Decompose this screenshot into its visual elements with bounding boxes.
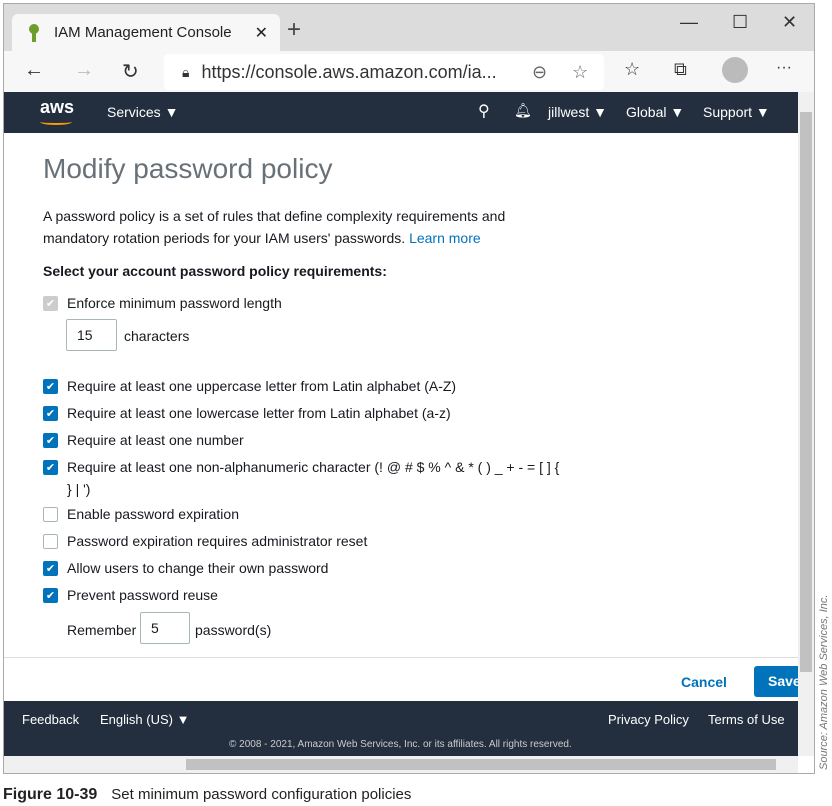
- language-select[interactable]: English (US) ▼: [100, 712, 189, 727]
- policy-option[interactable]: Password expiration requires administrat…: [43, 533, 367, 552]
- option-label: Enforce minimum password length: [67, 295, 282, 311]
- source-credit: Source: Amazon Web Services, Inc.: [818, 594, 830, 770]
- checkbox[interactable]: ✔: [43, 561, 58, 576]
- policy-option[interactable]: ✔ Require at least one number: [43, 432, 244, 451]
- cancel-button[interactable]: Cancel: [681, 674, 727, 690]
- privacy-link[interactable]: Privacy Policy: [608, 712, 689, 727]
- policy-option[interactable]: ✔ Prevent password reuse: [43, 587, 218, 606]
- search-icon[interactable]: ⚲: [478, 101, 490, 121]
- checkbox[interactable]: [43, 507, 58, 522]
- services-menu[interactable]: Services ▼: [107, 104, 178, 120]
- new-tab-icon[interactable]: +: [287, 16, 301, 44]
- description: A password policy is a set of rules that…: [43, 205, 523, 249]
- option-label: Require at least one number: [67, 432, 244, 448]
- collections-icon[interactable]: ⧉: [674, 59, 687, 80]
- browser-tab[interactable]: IAM Management Console ✕: [12, 14, 280, 51]
- browser-window: IAM Management Console ✕ + — ☐ ✕ ← → ↻ 🔒…: [3, 3, 815, 774]
- option-label: Require at least one non-alphanumeric ch…: [67, 459, 560, 497]
- zoom-out-icon[interactable]: ⊖: [532, 62, 547, 83]
- policy-option[interactable]: ✔ Require at least one lowercase letter f…: [43, 405, 451, 424]
- section-heading: Select your account password policy requ…: [43, 263, 387, 279]
- checkbox[interactable]: ✔: [43, 433, 58, 448]
- policy-option[interactable]: ✔ Require at least one non-alphanumeric c…: [43, 459, 563, 500]
- option-label: Password expiration requires administrat…: [67, 533, 368, 549]
- vertical-scrollbar[interactable]: [798, 92, 814, 756]
- checkbox[interactable]: ✔: [43, 406, 58, 421]
- option-label: Require at least one uppercase letter fr…: [67, 378, 457, 394]
- figure-number: Figure 10-39: [3, 786, 98, 803]
- option-label: Allow users to change their own password: [67, 560, 329, 576]
- aws-nav: aws Services ▼ ⚲ 🔔︎ jillwest ▼ Global ▼ …: [4, 92, 798, 133]
- checkbox[interactable]: ✔: [43, 588, 58, 603]
- option-label: Prevent password reuse: [67, 587, 218, 603]
- profile-avatar[interactable]: [722, 57, 748, 83]
- user-menu[interactable]: jillwest ▼: [548, 104, 607, 120]
- min-length-unit: characters: [124, 328, 190, 344]
- copyright: © 2008 - 2021, Amazon Web Services, Inc.…: [229, 739, 572, 750]
- key-icon: [29, 23, 39, 42]
- terms-link[interactable]: Terms of Use: [708, 712, 785, 727]
- bell-icon[interactable]: 🔔︎: [514, 102, 532, 119]
- minimize-icon[interactable]: —: [680, 12, 698, 33]
- refresh-icon[interactable]: ↻: [122, 59, 139, 84]
- policy-option[interactable]: ✔ Require at least one uppercase letter f…: [43, 378, 456, 397]
- option-label: Enable password expiration: [67, 506, 239, 522]
- checkbox[interactable]: [43, 534, 58, 549]
- tab-bar: IAM Management Console ✕ + — ☐ ✕: [4, 4, 814, 51]
- figure-caption: Figure 10-39 Set minimum password configu…: [3, 786, 411, 804]
- url-text: https://console.aws.amazon.com/ia...: [201, 61, 497, 82]
- scroll-thumb[interactable]: [186, 759, 776, 770]
- horizontal-scrollbar[interactable]: [4, 756, 798, 773]
- feedback-link[interactable]: Feedback: [22, 712, 79, 727]
- min-length-input[interactable]: 15: [66, 319, 117, 351]
- action-bar: Cancel Save: [4, 657, 814, 701]
- reuse-unit: password(s): [195, 622, 272, 638]
- policy-option[interactable]: ✔ Enforce minimum password length: [43, 295, 282, 314]
- footer: Feedback English (US) ▼ Privacy Policy T…: [4, 701, 798, 756]
- forward-icon[interactable]: →: [74, 59, 94, 82]
- more-icon[interactable]: ···: [776, 59, 792, 77]
- page-title: Modify password policy: [43, 153, 333, 184]
- remember-label: Remember: [67, 622, 137, 638]
- add-favorite-icon[interactable]: ☆: [572, 62, 588, 83]
- close-window-icon[interactable]: ✕: [782, 12, 797, 33]
- support-menu[interactable]: Support ▼: [703, 104, 770, 120]
- favorites-icon[interactable]: ☆: [624, 59, 640, 80]
- scroll-thumb[interactable]: [800, 112, 812, 672]
- region-menu[interactable]: Global ▼: [626, 104, 684, 120]
- maximize-icon[interactable]: ☐: [732, 12, 748, 33]
- aws-logo-smile: [40, 119, 72, 125]
- caption-text: Set minimum password configuration polic…: [111, 786, 412, 803]
- address-toolbar: ← → ↻ 🔒︎ https://console.aws.amazon.com/…: [4, 51, 814, 93]
- close-tab-icon[interactable]: ✕: [255, 23, 268, 43]
- learn-more-link[interactable]: Learn more: [409, 230, 481, 246]
- checkbox[interactable]: ✔: [43, 379, 58, 394]
- checkbox[interactable]: ✔: [43, 296, 58, 311]
- checkbox[interactable]: ✔: [43, 460, 58, 475]
- option-label: Require at least one lowercase letter fr…: [67, 405, 451, 421]
- back-icon[interactable]: ←: [24, 59, 44, 82]
- tab-title: IAM Management Console: [54, 24, 232, 41]
- reuse-count-input[interactable]: 5: [140, 612, 190, 644]
- address-bar[interactable]: 🔒︎ https://console.aws.amazon.com/ia... …: [164, 54, 604, 90]
- aws-logo[interactable]: aws: [40, 97, 74, 118]
- policy-option[interactable]: Enable password expiration: [43, 506, 239, 525]
- main-content: Modify password policy A password policy…: [4, 133, 798, 657]
- policy-option[interactable]: ✔ Allow users to change their own passwor…: [43, 560, 328, 579]
- lock-icon: 🔒︎: [182, 63, 190, 80]
